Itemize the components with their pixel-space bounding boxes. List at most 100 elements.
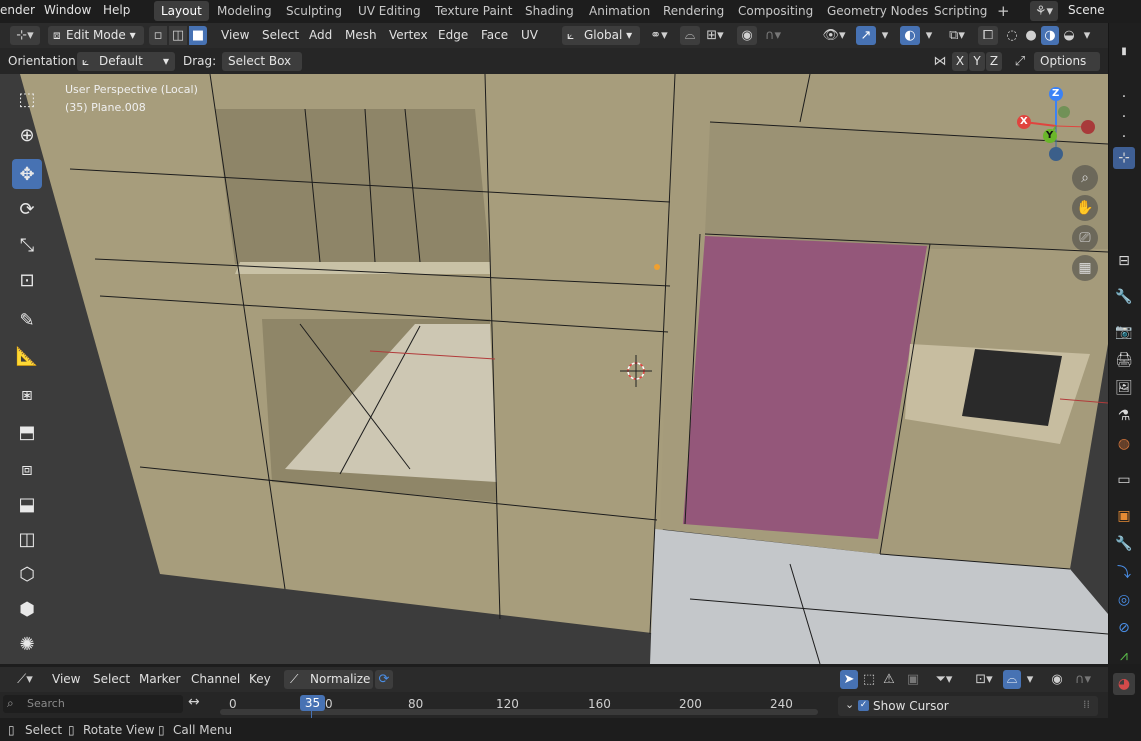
- select-box-tool-icon[interactable]: ⬚: [12, 84, 42, 114]
- 3d-viewport[interactable]: User Perspective (Local) (35) Plane.008 …: [0, 74, 1108, 664]
- modifier-properties-icon[interactable]: 🔧: [1113, 533, 1135, 555]
- gizmo-toggle-icon[interactable]: ↗: [856, 26, 876, 45]
- uv-sync-icon[interactable]: ⤢: [1010, 52, 1030, 71]
- mirror-icon[interactable]: ⋈: [930, 52, 950, 71]
- menu-edge[interactable]: Edge: [438, 28, 468, 42]
- solid-shading-icon[interactable]: ●: [1022, 26, 1040, 45]
- transform-tool-icon[interactable]: ⊡: [12, 265, 42, 295]
- spin-tool-icon[interactable]: ✺: [12, 629, 42, 659]
- snap-target-icon[interactable]: ⊞▾: [702, 26, 728, 45]
- outliner-toggle-icon[interactable]: ▮: [1113, 40, 1135, 62]
- warning-icon[interactable]: ⚠: [880, 670, 898, 689]
- mirror-x-button[interactable]: X: [952, 52, 968, 71]
- xray-toggle-icon[interactable]: ⧠: [978, 26, 998, 45]
- tab-geometry-nodes[interactable]: Geometry Nodes: [820, 1, 935, 21]
- auto-snap-dropdown-icon[interactable]: ▾: [1023, 670, 1037, 689]
- tab-sculpting[interactable]: Sculpting: [279, 1, 349, 21]
- drag-dropdown[interactable]: Select Box ▾: [222, 52, 302, 87]
- menu-face[interactable]: Face: [481, 28, 508, 42]
- panel-collapse-icon[interactable]: ⌄: [845, 698, 854, 711]
- editor-type-icon[interactable]: ⊹▾: [10, 26, 40, 45]
- mirror-y-button[interactable]: Y: [969, 52, 985, 71]
- menu-render[interactable]: ender: [0, 3, 35, 17]
- rotate-tool-icon[interactable]: ⟳: [12, 194, 42, 224]
- mesh-edit-overlays-icon[interactable]: ⧉▾: [942, 26, 972, 45]
- tab-layout[interactable]: Layout: [154, 1, 209, 21]
- current-frame-indicator[interactable]: 35: [300, 695, 325, 711]
- data-properties-icon[interactable]: ⩘: [1113, 645, 1135, 667]
- menu-window[interactable]: Window: [44, 3, 91, 17]
- knife-tool-icon[interactable]: ⬡: [12, 559, 42, 589]
- snap-toggle-icon[interactable]: ⌓: [680, 26, 700, 45]
- properties-header-icon[interactable]: ⊟: [1113, 250, 1135, 272]
- normalize-toggle[interactable]: ⟋ Normalize: [284, 670, 373, 689]
- camera-view-icon[interactable]: ⎚: [1072, 225, 1098, 251]
- shading-dropdown-icon[interactable]: ▾: [1080, 26, 1094, 45]
- rendered-shading-icon[interactable]: ◒: [1060, 26, 1078, 45]
- falloff-curve-icon[interactable]: ∩▾: [1070, 670, 1096, 689]
- timeline-menu-select[interactable]: Select: [93, 672, 130, 686]
- lock-channel-icon[interactable]: ▣: [904, 670, 922, 689]
- options-dropdown[interactable]: Options ▾: [1034, 52, 1100, 87]
- proportional-edit-icon[interactable]: ◉: [737, 26, 757, 45]
- scene-properties-icon[interactable]: ⚗: [1113, 405, 1135, 427]
- render-properties-icon[interactable]: 📷: [1113, 321, 1135, 343]
- material-properties-icon[interactable]: ◕: [1113, 673, 1135, 695]
- add-cube-tool-icon[interactable]: ⧆: [12, 379, 42, 409]
- material-shading-icon[interactable]: ◑: [1041, 26, 1059, 45]
- cursor-tool-icon[interactable]: ⊕: [12, 120, 42, 150]
- tab-shading[interactable]: Shading: [518, 1, 581, 21]
- transform-orientation-dropdown[interactable]: ⟀ Global ▾: [562, 26, 640, 45]
- show-cursor-checkbox[interactable]: ✓: [858, 700, 869, 711]
- tab-compositing[interactable]: Compositing: [731, 1, 820, 21]
- output-properties-icon[interactable]: 🖨: [1113, 349, 1135, 371]
- panel-drag-icon[interactable]: ⁞⁞: [1083, 698, 1090, 711]
- falloff-icon[interactable]: ∩▾: [760, 26, 786, 45]
- pivot-point-icon[interactable]: ⚭▾: [646, 26, 672, 45]
- add-workspace-button[interactable]: +: [990, 1, 1017, 21]
- tab-modeling[interactable]: Modeling: [210, 1, 279, 21]
- face-select-icon[interactable]: ■: [189, 26, 207, 45]
- edge-select-icon[interactable]: ◫: [169, 26, 187, 45]
- timeline-menu-view[interactable]: View: [52, 672, 80, 686]
- measure-tool-icon[interactable]: 📐: [12, 341, 42, 371]
- auto-snap-icon[interactable]: ⌓: [1003, 670, 1021, 689]
- orientation-dropdown[interactable]: ⟀ Default ▾: [77, 52, 175, 71]
- annotate-tool-icon[interactable]: ✎: [12, 305, 42, 335]
- menu-help[interactable]: Help: [103, 3, 130, 17]
- inset-tool-icon[interactable]: ⧈: [12, 454, 42, 484]
- scene-name[interactable]: Scene: [1068, 3, 1105, 17]
- perspective-toggle-icon[interactable]: ▦: [1072, 255, 1098, 281]
- mode-selector[interactable]: ⧈ Edit Mode ▾: [48, 26, 144, 45]
- menu-vertex[interactable]: Vertex: [389, 28, 428, 42]
- tab-uv-editing[interactable]: UV Editing: [351, 1, 428, 21]
- filter-icon[interactable]: ⏷▾: [928, 670, 960, 689]
- physics-icon[interactable]: ◎: [1113, 589, 1135, 611]
- world-properties-icon[interactable]: ◍: [1113, 433, 1135, 455]
- timeline-menu-marker[interactable]: Marker: [139, 672, 180, 686]
- box-select-icon[interactable]: ⬚: [860, 670, 878, 689]
- timeline-editor-type-icon[interactable]: ⟋▾: [10, 670, 40, 689]
- vertex-select-icon[interactable]: ▫: [149, 26, 167, 45]
- menu-select[interactable]: Select: [262, 28, 299, 42]
- tab-rendering[interactable]: Rendering: [656, 1, 731, 21]
- menu-uv[interactable]: UV: [521, 28, 538, 42]
- wireframe-shading-icon[interactable]: ◌: [1003, 26, 1021, 45]
- visibility-eye-icon[interactable]: 👁▾: [818, 26, 850, 45]
- channel-search-input[interactable]: ⌕ Search: [3, 695, 183, 713]
- scene-selector-icon[interactable]: ⚘▾: [1030, 1, 1058, 21]
- tab-texture-paint[interactable]: Texture Paint: [428, 1, 519, 21]
- tool-properties-icon[interactable]: 🔧: [1113, 286, 1135, 308]
- object-properties-icon[interactable]: ▣: [1113, 505, 1135, 527]
- refresh-icon[interactable]: ⟳: [375, 670, 393, 689]
- zoom-icon[interactable]: ⌕: [1072, 165, 1098, 191]
- pivot-icon[interactable]: ⊡▾: [968, 670, 1000, 689]
- collection-icon[interactable]: ▭: [1113, 469, 1135, 491]
- gizmo-dropdown-icon[interactable]: ▾: [878, 26, 892, 45]
- timeline-menu-channel[interactable]: Channel: [191, 672, 240, 686]
- constraints-icon[interactable]: ⊘: [1113, 617, 1135, 639]
- overlays-toggle-icon[interactable]: ◐: [900, 26, 920, 45]
- tab-scripting[interactable]: Scripting: [927, 1, 994, 21]
- menu-mesh[interactable]: Mesh: [345, 28, 377, 42]
- active-tab-icon[interactable]: ⊹: [1113, 147, 1135, 169]
